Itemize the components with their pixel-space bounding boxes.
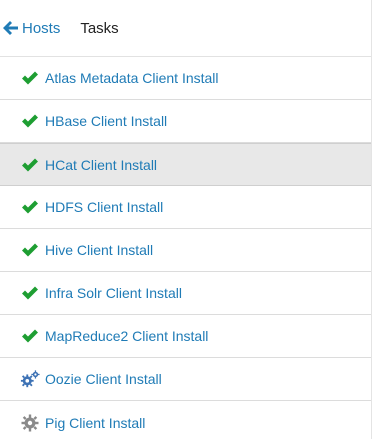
arrow-left-icon [3,21,18,35]
check-icon [20,283,40,303]
task-row[interactable]: HDFS Client Install [0,186,371,229]
task-row-selected[interactable]: HCat Client Install [0,143,371,186]
task-list: Atlas Metadata Client Install HBase Clie… [0,57,371,439]
page-title: Tasks [80,19,119,37]
task-row[interactable]: Atlas Metadata Client Install [0,57,371,100]
task-label: HDFS Client Install [45,199,164,215]
task-row[interactable]: Pig Client Install [0,401,371,439]
task-row[interactable]: Hive Client Install [0,229,371,272]
task-label: HBase Client Install [45,113,168,129]
task-row[interactable]: MapReduce2 Client Install [0,315,371,358]
check-icon [20,111,40,131]
check-icon [20,326,40,346]
task-label: Hive Client Install [45,242,154,258]
task-label: Atlas Metadata Client Install [45,70,219,86]
task-label: MapReduce2 Client Install [45,328,209,344]
gear-icon [20,413,40,433]
task-label: Infra Solr Client Install [45,285,182,301]
task-row[interactable]: HBase Client Install [0,100,371,143]
check-icon [20,197,40,217]
check-icon [20,68,40,88]
back-to-hosts-link[interactable]: Hosts [2,20,60,37]
task-label: Pig Client Install [45,414,146,431]
task-label: HCat Client Install [45,156,158,173]
check-icon [20,240,40,260]
back-link-label: Hosts [22,19,61,37]
task-label: Oozie Client Install [45,371,162,387]
panel-header: Hosts Tasks [0,0,371,57]
gears-icon [20,369,40,389]
check-icon [20,155,40,175]
task-row[interactable]: Infra Solr Client Install [0,272,371,315]
task-row[interactable]: Oozie Client Install [0,358,371,401]
task-panel: Hosts Tasks Atlas Metadata Client Instal… [0,0,372,439]
